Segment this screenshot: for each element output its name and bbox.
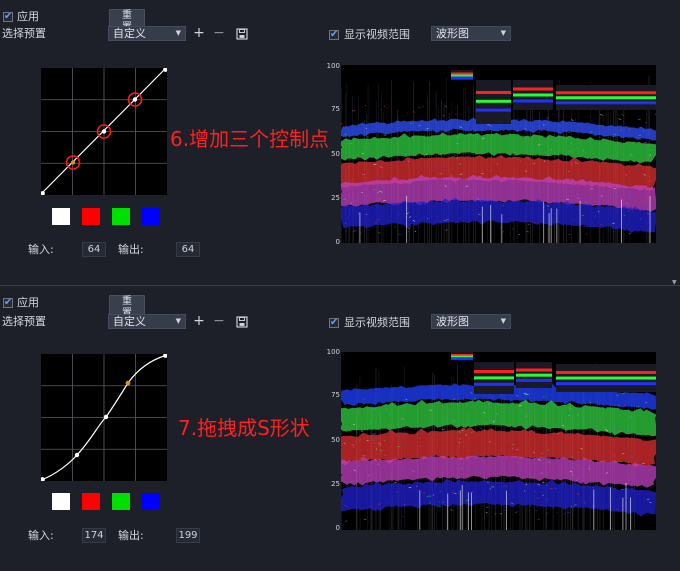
control-point[interactable]	[74, 452, 80, 458]
apply-label: 应用	[17, 296, 39, 309]
preset-dropdown[interactable]: 自定义 ▼	[108, 26, 186, 41]
input-field[interactable]: 174	[82, 528, 106, 543]
add-point-icon[interactable]: +	[193, 26, 205, 40]
scale-tick: 0	[335, 238, 340, 246]
chevron-down-icon: ▼	[500, 29, 506, 37]
apply-checkbox[interactable]: ✔	[3, 11, 13, 22]
add-point-icon[interactable]: +	[193, 314, 205, 328]
scope-mode-value: 波形图	[436, 315, 469, 328]
channel-red-swatch[interactable]	[82, 493, 100, 510]
apply-label: 应用	[17, 10, 39, 23]
remove-point-icon[interactable]: −	[213, 314, 225, 328]
waveform-scope	[341, 352, 656, 530]
control-point[interactable]	[132, 97, 138, 102]
show-range-checkbox[interactable]: ✔	[329, 29, 339, 40]
channel-blue-swatch[interactable]	[142, 208, 160, 225]
channel-red-swatch[interactable]	[82, 208, 100, 225]
output-field[interactable]: 64	[176, 242, 200, 257]
annotation-text: 7.拖拽成S形状	[178, 416, 310, 440]
channel-blue-swatch[interactable]	[142, 493, 160, 510]
scope-mode-value: 波形图	[436, 27, 469, 40]
control-point[interactable]	[101, 129, 107, 134]
control-point[interactable]	[103, 414, 109, 420]
curves-panel-2: ✔ 应用 重置 选择预置 自定义 ▼ + − ✔ 显示视频范围 波形图 ▼	[0, 285, 680, 571]
save-icon[interactable]	[236, 316, 248, 331]
scale-tick: 50	[331, 150, 340, 158]
scope-mode-dropdown[interactable]: 波形图 ▼	[431, 26, 511, 41]
preset-label: 选择预置	[2, 315, 46, 328]
input-label: 输入:	[28, 243, 54, 256]
channel-white-swatch[interactable]	[52, 208, 70, 225]
remove-point-icon[interactable]: −	[213, 26, 225, 40]
curve-graph[interactable]	[40, 353, 168, 482]
control-point[interactable]	[70, 160, 76, 165]
scale-tick: 100	[326, 62, 340, 70]
scale-tick: 0	[335, 524, 340, 532]
scale-tick: 25	[331, 194, 340, 202]
scale-tick: 75	[331, 391, 340, 399]
scale-tick: 25	[331, 480, 340, 488]
scale-tick: 100	[326, 348, 340, 356]
preset-value: 自定义	[113, 315, 146, 328]
channel-green-swatch[interactable]	[112, 208, 130, 225]
chevron-down-icon: ▼	[175, 29, 181, 37]
channel-white-swatch[interactable]	[52, 493, 70, 510]
input-field[interactable]: 64	[82, 242, 106, 257]
output-label: 输出:	[118, 529, 144, 542]
channel-green-swatch[interactable]	[112, 493, 130, 510]
chevron-down-icon: ▼	[175, 317, 181, 325]
curves-panel-1: ✔ 应用 重置 选择预置 自定义 ▼ + − ✔ 显示视频范围 波形图 ▼	[0, 0, 680, 286]
preset-dropdown[interactable]: 自定义 ▼	[108, 314, 186, 329]
scope-mode-dropdown[interactable]: 波形图 ▼	[431, 314, 511, 329]
control-point[interactable]	[125, 380, 131, 386]
output-field[interactable]: 199	[176, 528, 200, 543]
preset-label: 选择预置	[2, 27, 46, 40]
scale-tick: 75	[331, 105, 340, 113]
apply-checkbox[interactable]: ✔	[3, 297, 13, 308]
show-range-label: 显示视频范围	[344, 28, 410, 41]
show-range-checkbox[interactable]: ✔	[329, 317, 339, 328]
save-icon[interactable]	[236, 28, 248, 43]
scale-tick: 50	[331, 436, 340, 444]
input-label: 输入:	[28, 529, 54, 542]
preset-value: 自定义	[113, 27, 146, 40]
annotation-text: 6.增加三个控制点	[170, 127, 330, 151]
waveform-scope	[341, 65, 656, 243]
curve-graph[interactable]	[40, 67, 168, 196]
output-label: 输出:	[118, 243, 144, 256]
show-range-label: 显示视频范围	[344, 316, 410, 329]
chevron-down-icon: ▼	[500, 317, 506, 325]
